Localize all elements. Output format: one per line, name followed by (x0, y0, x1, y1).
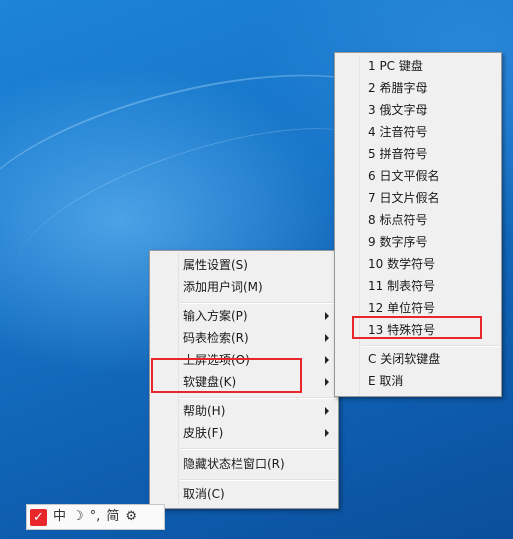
moon-icon[interactable]: ☽ (72, 505, 84, 529)
script-toggle[interactable]: 简 (106, 505, 119, 529)
submenu-arrow-icon (325, 429, 329, 437)
menu-separator (180, 479, 336, 481)
menu-separator (180, 302, 336, 304)
submenu-item-greek[interactable]: 2 希腊字母 (337, 77, 499, 99)
menu-separator (361, 345, 499, 347)
submenu-item-hiragana[interactable]: 6 日文平假名 (337, 165, 499, 187)
submenu-arrow-icon (325, 356, 329, 364)
submenu-arrow-icon (325, 378, 329, 386)
input-mode-toggle[interactable]: 中 (53, 505, 66, 529)
soft-keyboard-submenu: 1 PC 键盘 2 希腊字母 3 俄文字母 4 注音符号 5 拼音符号 6 日文… (334, 52, 502, 397)
submenu-item-pinyin[interactable]: 5 拼音符号 (337, 143, 499, 165)
gear-icon[interactable]: ⚙ (125, 505, 137, 529)
highlight-box-soft-keyboard (151, 358, 302, 393)
menu-item-help[interactable]: 帮助(H) (152, 400, 336, 422)
menu-item-code-lookup[interactable]: 码表检索(R) (152, 327, 336, 349)
submenu-arrow-icon (325, 407, 329, 415)
submenu-item-zhuyin[interactable]: 4 注音符号 (337, 121, 499, 143)
menu-item-add-user-word[interactable]: 添加用户词(M) (152, 276, 336, 298)
menu-item-skin[interactable]: 皮肤(F) (152, 422, 336, 444)
menu-separator (180, 448, 336, 450)
submenu-item-punctuation[interactable]: 8 标点符号 (337, 209, 499, 231)
submenu-item-katakana[interactable]: 7 日文片假名 (337, 187, 499, 209)
submenu-arrow-icon (325, 334, 329, 342)
highlight-box-special-symbols (352, 316, 482, 339)
punctuation-toggle[interactable]: °, (90, 505, 101, 529)
menu-item-input-scheme[interactable]: 输入方案(P) (152, 305, 336, 327)
menu-item-hide-status-bar[interactable]: 隐藏状态栏窗口(R) (152, 453, 336, 475)
ime-logo-icon[interactable]: ✓ (30, 508, 47, 526)
submenu-item-number-ordinals[interactable]: 9 数字序号 (337, 231, 499, 253)
ime-status-bar: ✓ 中 ☽ °, 简 ⚙ (26, 504, 165, 530)
menu-item-properties[interactable]: 属性设置(S) (152, 254, 336, 276)
submenu-item-math-symbols[interactable]: 10 数学符号 (337, 253, 499, 275)
submenu-item-pc-keyboard[interactable]: 1 PC 键盘 (337, 55, 499, 77)
submenu-item-cancel[interactable]: E 取消 (337, 370, 499, 392)
menu-item-cancel[interactable]: 取消(C) (152, 483, 336, 505)
submenu-item-box-drawing[interactable]: 11 制表符号 (337, 275, 499, 297)
submenu-arrow-icon (325, 312, 329, 320)
menu-separator (180, 397, 336, 399)
submenu-item-close-soft-keyboard[interactable]: C 关闭软键盘 (337, 348, 499, 370)
submenu-item-russian[interactable]: 3 俄文字母 (337, 99, 499, 121)
